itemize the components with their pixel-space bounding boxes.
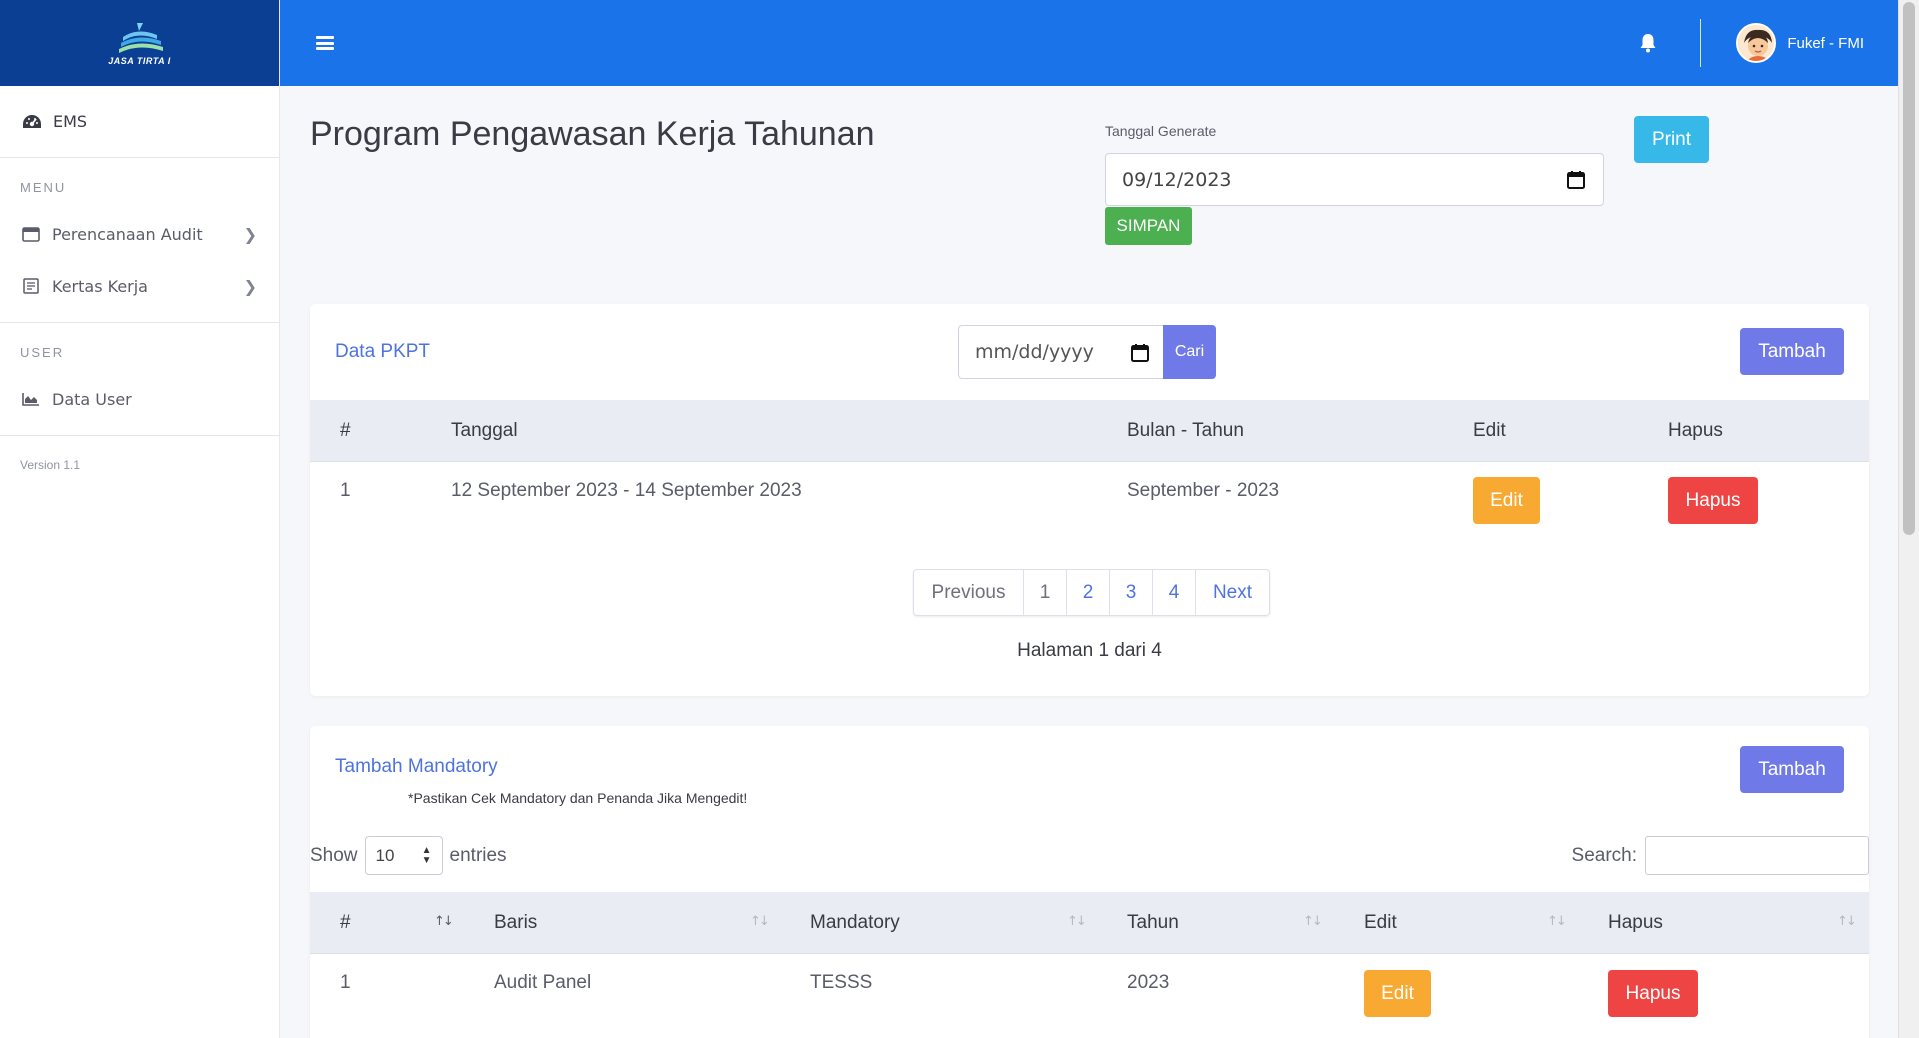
sidebar-heading-menu: MENU: [20, 180, 67, 195]
calendar-picker-icon[interactable]: [1131, 343, 1149, 362]
topbar: Fukef - FMI: [280, 0, 1898, 86]
sidebar-item-label: Kertas Kerja: [52, 276, 148, 296]
sidebar-item-ems[interactable]: EMS: [0, 86, 279, 158]
entries-select[interactable]: 10 ▲ ▼: [364, 836, 443, 875]
column-header[interactable]: Baris: [494, 892, 537, 954]
chevron-right-icon: ❯: [243, 276, 257, 296]
entries-label: entries: [449, 844, 507, 866]
pagination: Previous 1 2 3 4 Next: [913, 569, 1270, 616]
column-header: Bulan - Tahun: [1127, 420, 1244, 441]
cell-tanggal: 12 September 2023 - 14 September 2023: [451, 480, 802, 501]
sidebar-heading-user: USER: [20, 345, 65, 360]
topbar-right: Fukef - FMI: [1636, 0, 1898, 86]
avatar[interactable]: [1736, 23, 1777, 63]
mandatory-card: Tambah Mandatory *Pastikan Cek Mandatory…: [310, 726, 1869, 1038]
sidebar-item-label: Data User: [52, 389, 132, 409]
pagination-page-3[interactable]: 3: [1109, 570, 1152, 615]
generate-date-label: Tanggal Generate: [1105, 123, 1217, 139]
hapus-button[interactable]: Hapus: [1668, 477, 1758, 524]
version-text: Version 1.1: [20, 458, 81, 472]
cell-no: 1: [340, 972, 351, 993]
hamburger-icon[interactable]: [316, 35, 334, 51]
cell-tahun: 2023: [1127, 972, 1170, 993]
pagination-page-4[interactable]: 4: [1152, 570, 1195, 615]
pagination-page-2[interactable]: 2: [1066, 570, 1109, 615]
date-placeholder: mm/dd/yyyy: [975, 341, 1094, 363]
column-header[interactable]: Mandatory: [810, 892, 900, 954]
pkpt-title: Data PKPT: [335, 341, 431, 362]
sort-icon[interactable]: ↑↓: [1067, 914, 1087, 929]
calendar-picker-icon[interactable]: [1567, 170, 1585, 189]
simpan-button[interactable]: SIMPAN: [1105, 207, 1192, 245]
sidebar-item-label: Perencanaan Audit: [52, 224, 203, 244]
username[interactable]: Fukef - FMI: [1787, 35, 1864, 52]
column-header: Tanggal: [451, 420, 518, 441]
pkpt-date-filter-input[interactable]: mm/dd/yyyy: [958, 325, 1163, 379]
calendar-icon: [22, 227, 40, 242]
topbar-divider: [1700, 19, 1702, 67]
brand-logo[interactable]: JASA TIRTA I: [0, 0, 279, 86]
select-arrows-icon: ▲ ▼: [421, 845, 432, 866]
pkpt-card: Data PKPT mm/dd/yyyy Cari Tambah # Tangg…: [310, 304, 1869, 696]
dashboard-gauge-icon: [23, 114, 41, 128]
sort-icon[interactable]: ↑↓: [1547, 914, 1567, 929]
show-label: Show: [310, 844, 358, 866]
edit-button[interactable]: Edit: [1364, 970, 1431, 1017]
generate-date-value: 09/12/2023: [1122, 168, 1232, 191]
entries-value: 10: [375, 845, 395, 865]
mandatory-tambah-button[interactable]: Tambah: [1740, 746, 1844, 793]
cari-button[interactable]: Cari: [1163, 325, 1216, 379]
chart-icon: [22, 393, 39, 406]
pagination-previous[interactable]: Previous: [914, 570, 1023, 615]
entries-length-control: Show 10 ▲ ▼ entries: [310, 836, 507, 875]
search-input[interactable]: [1645, 836, 1869, 875]
sidebar: JASA TIRTA I EMS MENU Perencanaan Audit …: [0, 0, 280, 1038]
mandatory-note: *Pastikan Cek Mandatory dan Penanda Jika…: [408, 790, 748, 806]
sort-icon[interactable]: ↑↓: [750, 914, 770, 929]
column-header[interactable]: Tahun: [1127, 892, 1179, 954]
page-title: Program Pengawasan Kerja Tahunan: [310, 115, 875, 153]
logo-icon: [118, 22, 163, 53]
pagination-page-1[interactable]: 1: [1023, 570, 1066, 615]
table-search-control: Search:: [1572, 836, 1869, 875]
print-button[interactable]: Print: [1634, 116, 1709, 163]
edit-button[interactable]: Edit: [1473, 477, 1540, 524]
pkpt-table-header: # Tanggal Bulan - Tahun Edit Hapus: [310, 400, 1869, 462]
document-icon: [23, 278, 39, 294]
page-info: Halaman 1 dari 4: [1017, 640, 1162, 661]
column-header: Hapus: [1668, 420, 1723, 441]
cell-no: 1: [340, 480, 351, 501]
generate-date-input[interactable]: 09/12/2023: [1105, 153, 1604, 206]
column-header[interactable]: Hapus: [1608, 892, 1663, 954]
sort-icon[interactable]: ↑↓: [1303, 914, 1323, 929]
cell-mandatory: TESSS: [810, 972, 873, 993]
chevron-right-icon: ❯: [243, 224, 257, 244]
sidebar-item-perencanaan-audit[interactable]: Perencanaan Audit ❯: [0, 208, 279, 260]
mandatory-table-header: # ↑↓ Baris ↑↓ Mandatory ↑↓ Tahun ↑↓ Edit…: [310, 892, 1869, 954]
hapus-button[interactable]: Hapus: [1608, 970, 1698, 1017]
sidebar-item-data-user[interactable]: Data User: [0, 373, 279, 425]
cell-baris: Audit Panel: [494, 972, 592, 993]
avatar-face-icon: [1738, 25, 1775, 61]
mandatory-title: Tambah Mandatory: [335, 756, 498, 777]
scrollbar-thumb[interactable]: [1903, 2, 1915, 535]
sort-icon[interactable]: ↑↓: [434, 914, 454, 929]
column-header[interactable]: #: [340, 892, 351, 954]
brand-text: JASA TIRTA I: [108, 55, 171, 66]
column-header: Edit: [1473, 420, 1506, 441]
bell-icon[interactable]: [1636, 31, 1660, 55]
sidebar-item-kertas-kerja[interactable]: Kertas Kerja ❯: [0, 260, 279, 312]
search-label: Search:: [1571, 844, 1637, 866]
pkpt-tambah-button[interactable]: Tambah: [1740, 328, 1844, 375]
page-scrollbar[interactable]: [1898, 0, 1919, 1038]
sidebar-item-label: EMS: [53, 112, 88, 131]
cell-bulan-tahun: September - 2023: [1127, 480, 1280, 501]
pagination-next[interactable]: Next: [1195, 570, 1269, 615]
column-header: #: [340, 420, 351, 441]
column-header[interactable]: Edit: [1364, 892, 1397, 954]
sort-icon[interactable]: ↑↓: [1837, 914, 1857, 929]
